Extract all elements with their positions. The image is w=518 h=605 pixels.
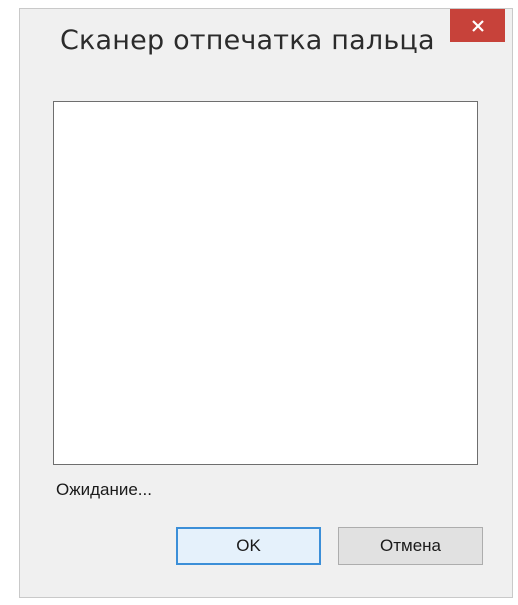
cancel-button[interactable]: Отмена [338, 527, 483, 565]
close-button[interactable] [450, 9, 505, 42]
title-bar: Сканер отпечатка пальца [20, 9, 512, 79]
fingerprint-dialog: Сканер отпечатка пальца Ожидание... OK О… [19, 8, 513, 598]
ok-button[interactable]: OK [176, 527, 321, 565]
dialog-title: Сканер отпечатка пальца [60, 25, 435, 56]
close-icon [471, 19, 485, 33]
scanner-status: Ожидание... [56, 480, 152, 499]
fingerprint-preview [53, 101, 478, 465]
